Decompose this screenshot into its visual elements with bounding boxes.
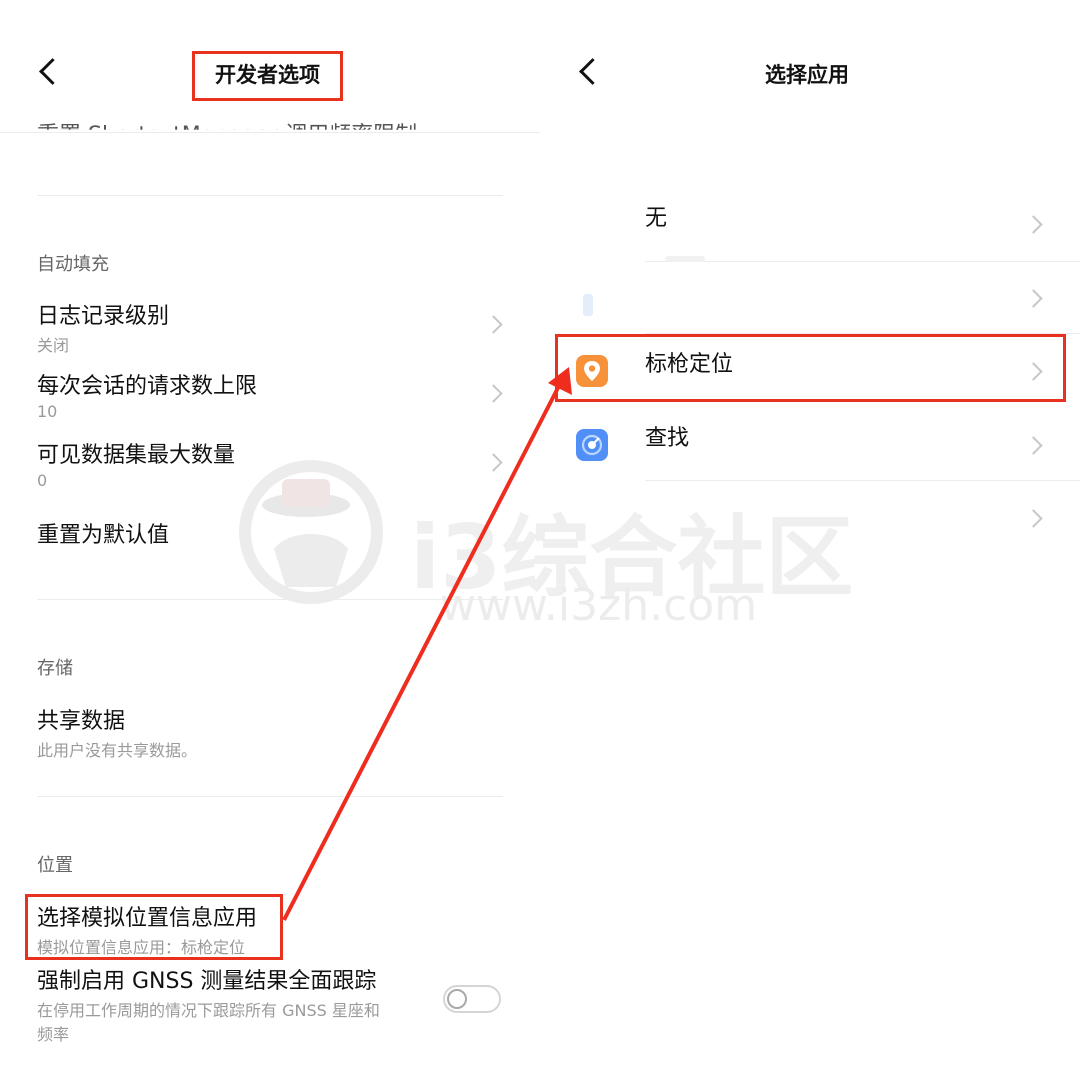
app-option-label: 无 (645, 206, 668, 231)
toggle-knob (447, 989, 467, 1009)
top-bar-divider (0, 132, 540, 133)
page-title-choose-app: 选择应用 (765, 63, 849, 87)
shared-data-value: 此用户没有共享数据。 (37, 741, 198, 760)
back-button[interactable] (39, 58, 66, 85)
app-option-label: 查找 (645, 426, 690, 451)
gnss-desc-line2: 频率 (37, 1025, 70, 1044)
reset-defaults-item[interactable]: 重置为默认值 (37, 517, 169, 549)
log-level-title: 日志记录级别 (37, 304, 170, 329)
gnss-toggle[interactable] (443, 985, 501, 1013)
app-option-blurred[interactable] (555, 256, 1080, 334)
mock-location-highlight-box (25, 894, 283, 960)
blurred-app-label (665, 256, 705, 262)
app-option-none[interactable]: 无 (555, 188, 1080, 260)
divider (37, 195, 503, 196)
visible-datasets-title: 可见数据集最大数量 (37, 443, 236, 468)
title-highlight-box (192, 51, 343, 101)
blurred-app-icon (583, 294, 593, 316)
cut-off-item: 重置 ShortcutManager 调用频率限制 (37, 123, 418, 148)
gnss-desc-line1: 在停用工作周期的情况下跟踪所有 GNSS 星座和 (37, 1001, 380, 1020)
section-header-storage: 存储 (37, 658, 73, 679)
app-highlight-box (555, 334, 1066, 402)
app-option-unnamed[interactable] (555, 481, 1080, 553)
section-header-autofill: 自动填充 (37, 254, 109, 275)
visible-datasets-item[interactable]: 可见数据集最大数量 0 (37, 437, 503, 493)
requests-limit-item[interactable]: 每次会话的请求数上限 10 (37, 368, 503, 424)
requests-limit-title: 每次会话的请求数上限 (37, 374, 258, 399)
radar-icon (576, 429, 608, 461)
requests-limit-value: 10 (37, 402, 58, 421)
section-header-location: 位置 (37, 855, 73, 876)
gnss-title: 强制启用 GNSS 测量结果全面跟踪 (37, 969, 377, 994)
app-option-find[interactable]: 查找 (555, 408, 1080, 480)
shared-data-title: 共享数据 (37, 709, 126, 734)
shared-data-item[interactable]: 共享数据 此用户没有共享数据。 (37, 703, 503, 760)
gnss-full-tracking-item: 强制启用 GNSS 测量结果全面跟踪 在停用工作周期的情况下跟踪所有 GNSS … (37, 963, 437, 1044)
log-level-item[interactable]: 日志记录级别 关闭 (37, 298, 503, 355)
divider (37, 796, 503, 797)
divider (37, 599, 503, 600)
watermark-url: www.i3zh.com (440, 580, 758, 631)
visible-datasets-value: 0 (37, 471, 48, 490)
log-level-value: 关闭 (37, 336, 70, 355)
back-button[interactable] (579, 58, 606, 85)
